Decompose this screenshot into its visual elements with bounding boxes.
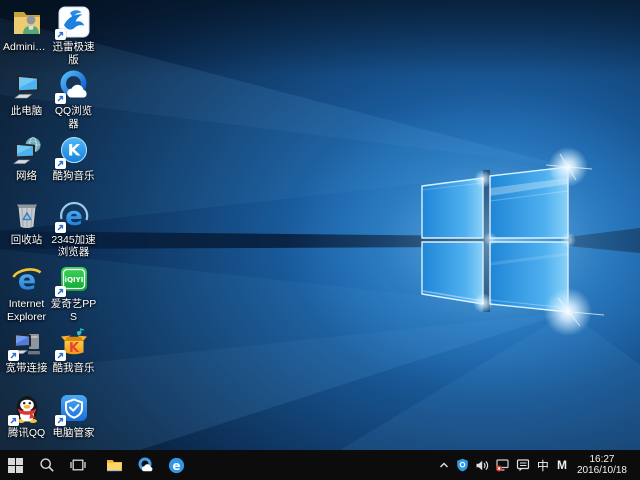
icon-label: 酷狗音乐 [53, 170, 95, 183]
desktop-icon-grid: Administra... 迅雷极速版 [3, 4, 97, 454]
desktop-icon-pc-manager[interactable]: 电脑管家 [50, 390, 97, 454]
tray-volume[interactable] [472, 450, 492, 480]
taskbar-empty-space [192, 450, 435, 480]
desktop-icon-kuwo-music[interactable]: K 酷我音乐 [50, 325, 97, 389]
desktop-icon-qq-browser[interactable]: QQ浏览器 [50, 68, 97, 132]
task-view-button[interactable] [62, 450, 93, 480]
shortcut-arrow-icon [55, 286, 66, 297]
icon-label: 此电脑 [11, 105, 43, 118]
icon-label: Internet Explorer [3, 298, 50, 323]
hidden-icons-chevron[interactable] [435, 450, 453, 480]
user-folder-icon [10, 5, 44, 39]
desktop-area[interactable]: Administra... 迅雷极速版 [0, 0, 640, 450]
icon-label: 迅雷极速版 [50, 41, 97, 66]
blue-e-circle-icon: e [168, 457, 185, 474]
shortcut-arrow-icon [55, 350, 66, 361]
icon-label: 回收站 [11, 234, 43, 247]
action-center-icon [516, 458, 530, 472]
ime-mode-indicator[interactable]: M [553, 450, 571, 480]
internet-explorer-icon: e [10, 262, 44, 296]
svg-text:e: e [172, 459, 180, 473]
desktop-icon-this-pc[interactable]: 此电脑 [3, 68, 50, 132]
clock-date: 2016/10/18 [577, 465, 627, 477]
desktop-icon-thunder[interactable]: 迅雷极速版 [50, 4, 97, 68]
desktop-icon-iqiyi[interactable]: iQIYI 爱奇艺PPS [50, 261, 97, 325]
icon-label: 2345加速浏览器 [50, 234, 97, 259]
network-globe-icon [10, 134, 44, 168]
desktop-icon-broadband[interactable]: 宽带连接 [3, 325, 50, 389]
qq-browser-ring-icon [137, 457, 154, 474]
icon-label: 网络 [16, 170, 37, 183]
qq-browser-taskbar-button[interactable] [130, 450, 161, 480]
shortcut-arrow-icon [55, 158, 66, 169]
icon-label: 爱奇艺PPS [50, 298, 97, 323]
tray-security-shield[interactable] [453, 450, 472, 480]
icon-label: Administra... [3, 41, 50, 54]
shortcut-arrow-icon [8, 350, 19, 361]
taskbar: e [0, 450, 640, 480]
search-icon [39, 457, 55, 473]
tray-network-disconnected[interactable] [492, 450, 513, 480]
recycle-bin-icon [10, 198, 44, 232]
shortcut-arrow-icon [55, 29, 66, 40]
shortcut-arrow-icon [8, 415, 19, 426]
taskbar-left: e [0, 450, 192, 480]
svg-text:K: K [68, 341, 79, 356]
tray-action-center[interactable] [513, 450, 533, 480]
task-view-icon [70, 457, 86, 473]
icon-label: QQ浏览器 [50, 105, 97, 130]
icon-label: 腾讯QQ [8, 427, 45, 440]
desktop-icon-internet-explorer[interactable]: e Internet Explorer [3, 261, 50, 325]
shortcut-arrow-icon [55, 415, 66, 426]
desktop-icon-recycle-bin[interactable]: 回收站 [3, 197, 50, 261]
network-icon [495, 458, 510, 472]
desktop-icon-administrator[interactable]: Administra... [3, 4, 50, 68]
icon-label: 酷我音乐 [53, 362, 95, 375]
icon-label: 宽带连接 [6, 362, 48, 375]
windows-logo-icon [8, 458, 23, 473]
this-pc-icon [10, 69, 44, 103]
file-explorer-button[interactable] [99, 450, 130, 480]
desktop-icon-2345-browser[interactable]: e 2345加速浏览器 [50, 197, 97, 261]
windows-desktop: Administra... 迅雷极速版 [0, 0, 640, 480]
svg-text:K: K [67, 140, 80, 159]
chevron-up-icon [438, 459, 450, 471]
icon-label: 电脑管家 [53, 427, 95, 440]
start-button[interactable] [0, 450, 31, 480]
ime-language-indicator[interactable]: 中 [533, 450, 553, 480]
speaker-icon [475, 459, 489, 472]
svg-text:e: e [65, 202, 83, 232]
taskbar-clock[interactable]: 16:27 2016/10/18 [571, 454, 632, 477]
search-button[interactable] [31, 450, 62, 480]
system-tray: 中 M 16:27 2016/10/18 [435, 450, 640, 480]
desktop-icon-network[interactable]: 网络 [3, 133, 50, 197]
desktop-icon-kugou-music[interactable]: K 酷狗音乐 [50, 133, 97, 197]
desktop-icon-tencent-qq[interactable]: 腾讯QQ [3, 390, 50, 454]
folder-icon [106, 458, 123, 473]
svg-text:iQIYI: iQIYI [64, 276, 83, 284]
shortcut-arrow-icon [55, 222, 66, 233]
shortcut-arrow-icon [55, 93, 66, 104]
clock-time: 16:27 [577, 454, 627, 466]
2345-browser-taskbar-button[interactable]: e [161, 450, 192, 480]
shield-icon [456, 458, 469, 472]
